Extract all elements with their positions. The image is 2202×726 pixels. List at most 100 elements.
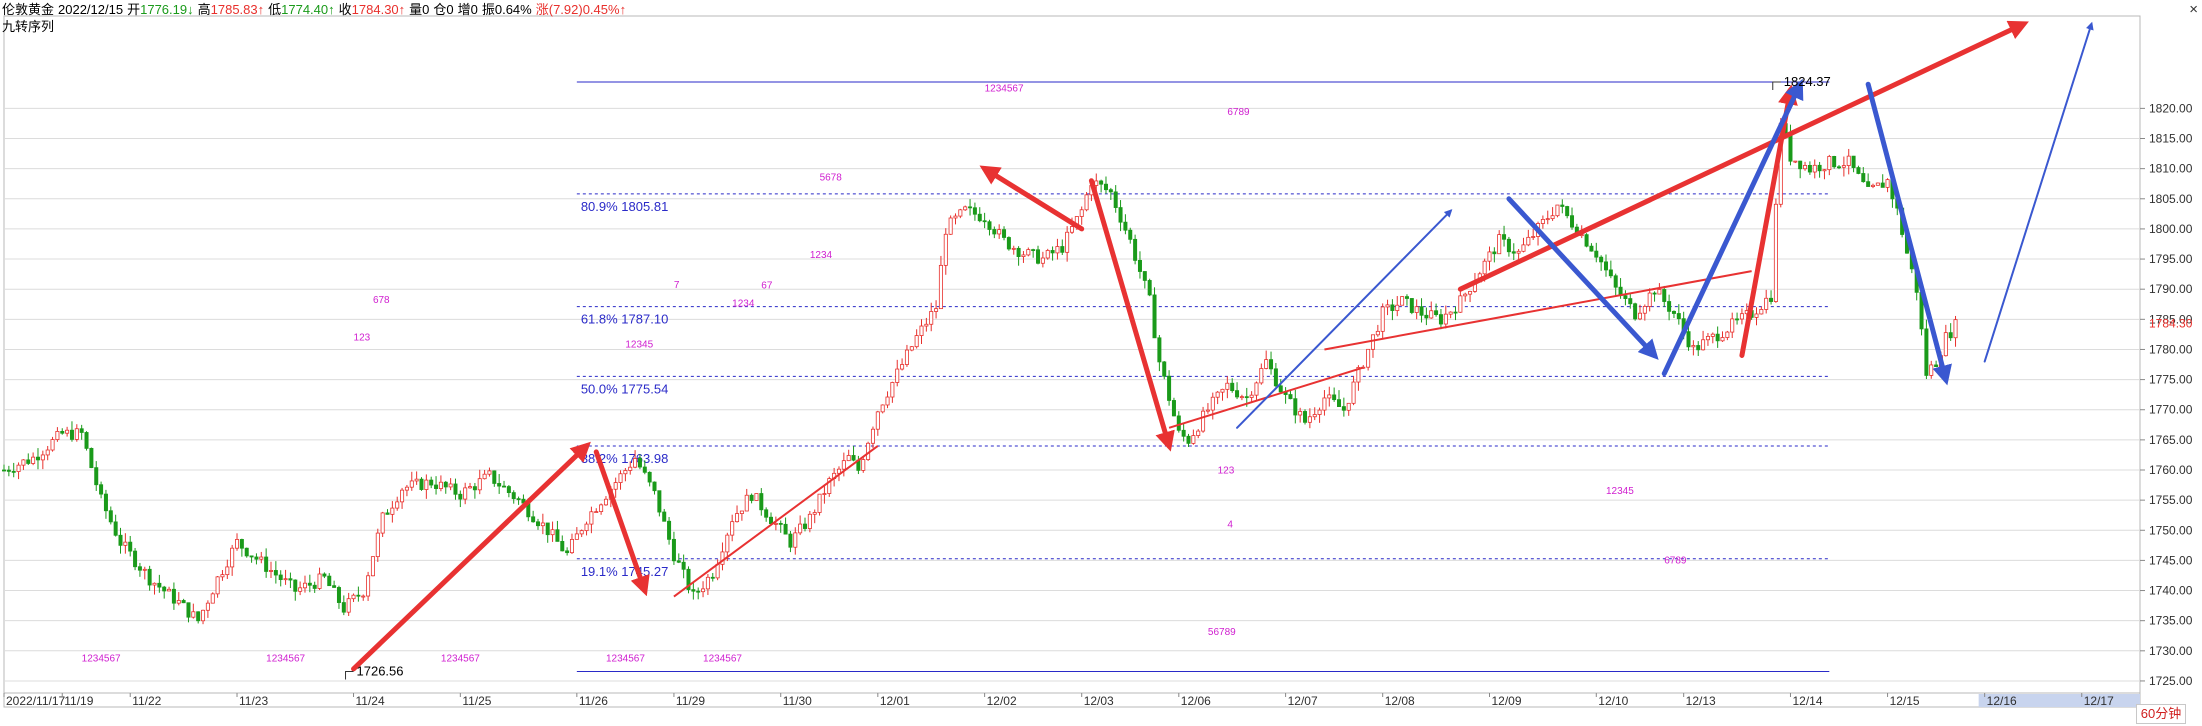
candle-body	[594, 511, 599, 514]
candle-body	[1880, 182, 1885, 188]
candle-body	[1943, 332, 1948, 357]
candle-body	[1380, 306, 1385, 332]
candle-body	[1103, 183, 1108, 191]
y-tick-label: 1745.00	[2149, 553, 2193, 567]
high-field: 高1785.83↑	[198, 2, 265, 17]
candle-body	[502, 485, 507, 488]
period-tab[interactable]: 60分钟	[2136, 704, 2186, 724]
candle-body	[196, 611, 201, 622]
candle-body	[1385, 304, 1390, 308]
candle-body	[909, 346, 914, 351]
candle-body	[1701, 339, 1706, 351]
candle-body	[1725, 331, 1730, 338]
candle-body	[662, 511, 667, 522]
candle-body	[885, 396, 890, 406]
candle-body	[1817, 164, 1822, 172]
candle-body	[99, 484, 104, 495]
candle-body	[1599, 256, 1604, 263]
candle-body	[74, 428, 79, 440]
candle-body	[1555, 204, 1560, 217]
sequence-label: 1234567	[82, 654, 121, 665]
candle-body	[1137, 259, 1142, 272]
candle-body	[812, 512, 817, 515]
candle-body	[400, 489, 405, 503]
candle-body	[1264, 359, 1269, 369]
candle-body	[1317, 409, 1322, 415]
candle-body	[1055, 246, 1060, 254]
candle-body	[1133, 238, 1138, 261]
candle-body	[482, 473, 487, 480]
high-value: 1785.83	[210, 2, 258, 17]
candle-body	[268, 570, 273, 572]
candle-body	[880, 404, 885, 413]
candle-body	[628, 466, 633, 471]
sequence-label: 4	[1227, 519, 1233, 530]
candle-body	[817, 493, 822, 513]
x-tick-label: 11/19	[64, 694, 93, 708]
sequence-label: 1234567	[441, 654, 480, 665]
candle-body	[1303, 411, 1308, 423]
candle-body	[1851, 155, 1856, 168]
candle-body	[176, 600, 181, 604]
candle-body	[696, 590, 701, 593]
candle-body	[113, 521, 118, 536]
x-tick-label: 12/15	[1890, 694, 1920, 708]
candle-body	[783, 523, 788, 535]
candle-body	[361, 595, 366, 598]
candle-body	[545, 522, 550, 536]
candle-body	[1288, 394, 1293, 400]
candle-body	[468, 486, 473, 489]
x-tick-label: 12/01	[880, 694, 910, 708]
candle-body	[633, 458, 638, 468]
low-field: 低1774.40↑	[268, 2, 335, 17]
candle-body	[1341, 406, 1346, 411]
y-tick-label: 1740.00	[2149, 584, 2193, 598]
candle-body	[1370, 334, 1375, 350]
candle-body	[477, 478, 482, 491]
candle-body	[171, 588, 176, 604]
candle-body	[788, 533, 793, 548]
candle-body	[1671, 310, 1676, 314]
x-tick-label: 11/25	[462, 694, 491, 708]
candle-body	[1108, 189, 1113, 193]
candle-body	[1191, 435, 1196, 444]
candle-body	[1375, 330, 1380, 336]
x-tick-label: 12/13	[1686, 694, 1716, 708]
candle-body	[710, 576, 715, 579]
candle-body	[1157, 337, 1162, 363]
candle-body	[1720, 337, 1725, 342]
y-tick-label: 1805.00	[2149, 192, 2193, 206]
candle-body	[1409, 298, 1414, 313]
candle-body	[1807, 164, 1812, 173]
x-tick-label: 12/07	[1288, 694, 1318, 708]
candle-body	[1244, 396, 1249, 399]
candle-body	[574, 533, 579, 540]
candle-body	[142, 568, 147, 571]
sequence-label: 1234567	[703, 654, 742, 665]
fibonacci-layer: 80.9% 1805.81 61.8% 1787.10 50.0% 1775.54 3…	[576, 81, 1830, 673]
sequence-label: 6789	[1664, 555, 1687, 566]
sequence-label: 5678	[820, 173, 843, 184]
candle-body	[278, 574, 283, 581]
candle-body	[1400, 296, 1405, 306]
close-icon[interactable]: ×	[2189, 1, 2198, 18]
candle-body	[1434, 310, 1439, 315]
candle-body	[1662, 289, 1667, 302]
y-tick-label: 1765.00	[2149, 433, 2193, 447]
candle-body	[453, 483, 458, 495]
candle-body	[1167, 375, 1172, 401]
candle-body	[861, 459, 866, 471]
candle-body	[958, 209, 963, 217]
candle-body	[1123, 221, 1128, 231]
candle-body	[715, 563, 720, 579]
candle-body	[438, 481, 443, 489]
candle-body	[1438, 314, 1443, 325]
red-arrow	[1457, 20, 2029, 292]
candle-body	[1269, 359, 1274, 370]
candle-body	[560, 540, 565, 552]
candle-body	[239, 539, 244, 549]
y-tick-label: 1755.00	[2149, 493, 2193, 507]
candle-body	[1050, 250, 1055, 254]
candle-body	[443, 481, 448, 488]
x-tick-label: 12/08	[1385, 694, 1415, 708]
